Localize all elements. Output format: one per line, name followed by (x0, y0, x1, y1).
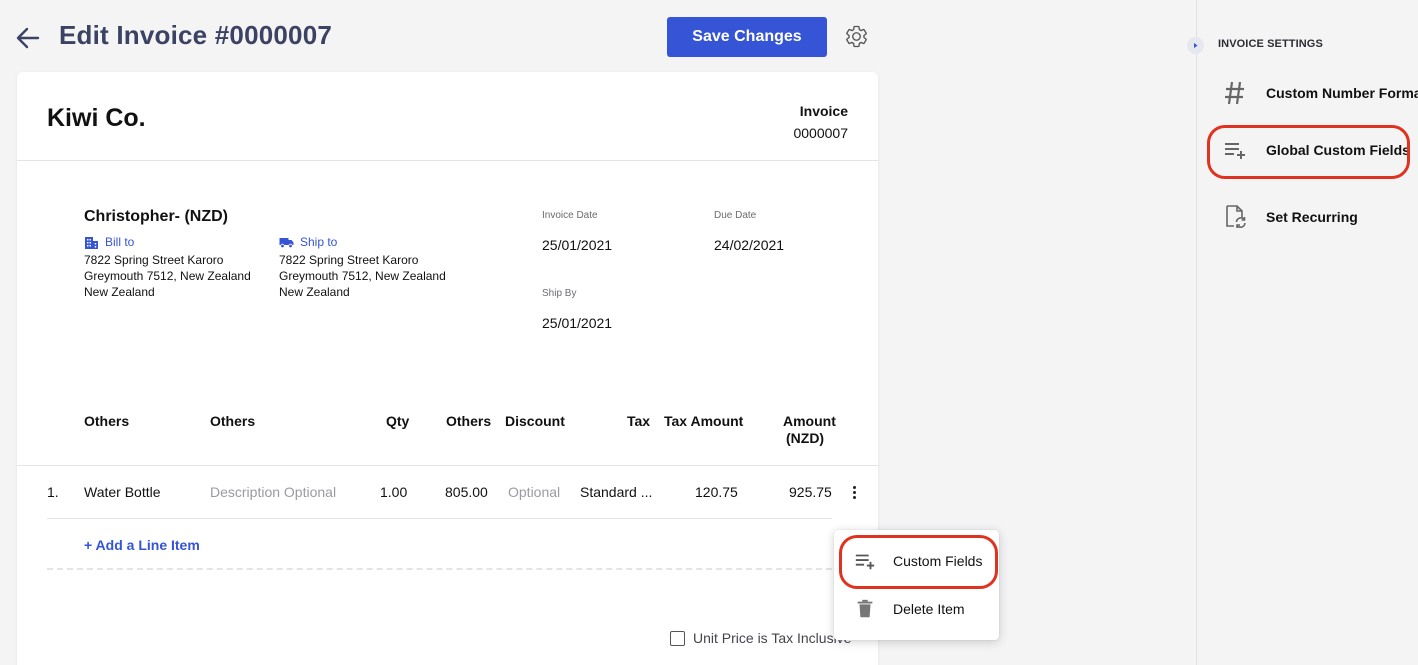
tax-inclusive-checkbox[interactable] (670, 630, 685, 646)
hash-icon (1225, 81, 1244, 105)
ship-to-block[interactable]: Ship to 7822 Spring Street Karoro Greymo… (279, 235, 469, 300)
column-header: Discount (505, 413, 565, 429)
back-arrow-icon[interactable] (14, 24, 42, 52)
tax-select[interactable]: Standard ... (580, 484, 652, 500)
tax-inclusive-label: Unit Price is Tax Inclusive (693, 630, 852, 646)
chevron-right-icon (1194, 43, 1198, 48)
bill-to-line: New Zealand (84, 285, 155, 299)
set-recurring-item[interactable]: Set Recurring (1222, 204, 1358, 230)
invoice-number: 0000007 (793, 125, 848, 141)
column-header: Tax Amount (664, 413, 744, 429)
column-header: Others (446, 413, 492, 429)
settings-item-label: Set Recurring (1266, 209, 1358, 225)
divider (47, 518, 832, 519)
bill-to-label: Bill to (105, 235, 135, 249)
column-header: Tax (627, 413, 651, 429)
gear-icon[interactable] (844, 24, 869, 49)
ship-by-field[interactable]: 25/01/2021 (542, 315, 612, 331)
tax-inclusive-option[interactable]: Unit Price is Tax Inclusive (670, 630, 851, 646)
more-vert-icon[interactable] (848, 482, 860, 502)
global-custom-fields-item[interactable]: Global Custom Fields (1222, 137, 1410, 163)
ship-to-line: Greymouth 7512, New Zealand (279, 269, 446, 283)
save-changes-button[interactable]: Save Changes (667, 17, 827, 57)
divider (17, 465, 878, 466)
qty-field[interactable]: 1.00 (380, 484, 407, 500)
due-date-label: Due Date (714, 210, 757, 221)
due-date-field[interactable]: 24/02/2021 (714, 237, 784, 253)
ship-to-line: New Zealand (279, 285, 350, 299)
settings-panel-title: INVOICE SETTINGS (1218, 38, 1323, 50)
amount-value: 925.75 (789, 484, 832, 500)
invoice-label: Invoice (799, 103, 848, 119)
bill-to-line: 7822 Spring Street Karoro (84, 253, 224, 267)
tax-amount-value: 120.75 (695, 484, 738, 500)
trash-icon (857, 599, 873, 618)
settings-item-label: Custom Number Format (1266, 85, 1418, 101)
playlist-add-icon (855, 554, 875, 570)
column-header: Qty (386, 413, 410, 429)
customer-name[interactable]: Christopher- (NZD) (84, 208, 228, 226)
menu-item-label: Custom Fields (893, 553, 983, 569)
bill-to-block[interactable]: Bill to 7822 Spring Street Karoro Greymo… (84, 235, 274, 300)
item-name-field[interactable]: Water Bottle (84, 484, 161, 500)
building-icon (85, 236, 98, 249)
truck-icon (279, 237, 294, 248)
price-field[interactable]: 805.00 (445, 484, 488, 500)
page-title: Edit Invoice #0000007 (59, 20, 333, 50)
discount-field[interactable]: Optional (508, 484, 560, 500)
delete-item-menu-item[interactable]: Delete Item (834, 587, 999, 631)
playlist-add-icon (1225, 143, 1245, 159)
company-name: Kiwi Co. (47, 104, 146, 132)
custom-fields-menu-item[interactable]: Custom Fields (834, 539, 999, 583)
description-field[interactable]: Description Optional (210, 484, 336, 500)
dashed-divider (47, 568, 832, 570)
column-header-unit: (NZD) (786, 430, 825, 446)
column-header: Amount (783, 413, 836, 429)
add-line-item-button[interactable]: + Add a Line Item (84, 537, 200, 553)
row-context-menu: Custom Fields Delete Item (834, 530, 999, 640)
invoice-date-field[interactable]: 25/01/2021 (542, 237, 612, 253)
ship-by-label: Ship By (542, 288, 577, 299)
custom-number-format-item[interactable]: Custom Number Format (1222, 80, 1418, 106)
ship-to-label: Ship to (300, 235, 338, 249)
collapse-panel-button[interactable] (1187, 37, 1204, 54)
ship-to-line: 7822 Spring Street Karoro (279, 253, 419, 267)
column-header: Others (84, 413, 130, 429)
menu-item-label: Delete Item (893, 601, 965, 617)
invoice-card: Kiwi Co. Invoice 0000007 Christopher- (N… (17, 72, 878, 665)
column-header: Others (210, 413, 256, 429)
settings-item-label: Global Custom Fields (1266, 142, 1410, 158)
panel-divider (1196, 0, 1197, 665)
invoice-date-label: Invoice Date (542, 210, 598, 221)
divider (17, 160, 878, 161)
bill-to-line: Greymouth 7512, New Zealand (84, 269, 251, 283)
recurring-doc-icon (1226, 205, 1246, 228)
row-index: 1. (47, 484, 59, 500)
